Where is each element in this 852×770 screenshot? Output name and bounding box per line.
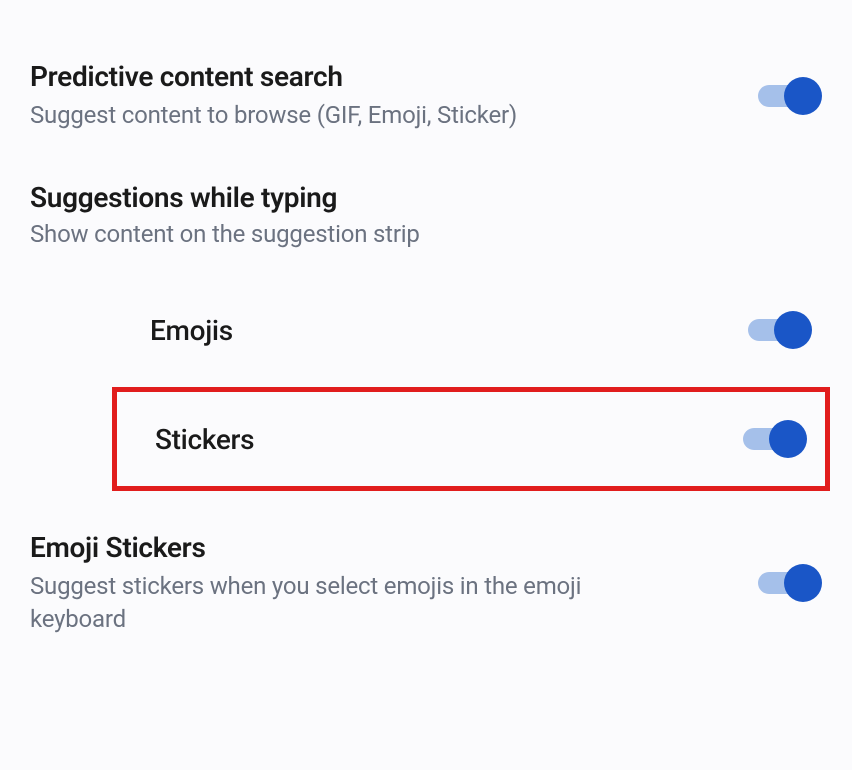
suggestions-title: Suggestions while typing [30,181,822,214]
predictive-content-text: Predictive content search Suggest conten… [30,60,680,131]
predictive-content-search-row[interactable]: Predictive content search Suggest conten… [30,50,822,141]
emojis-toggle[interactable] [748,311,812,349]
emojis-label: Emojis [150,314,233,347]
emoji-stickers-subtitle: Suggest stickers when you select emojis … [30,570,680,635]
emoji-stickers-toggle[interactable] [758,564,822,602]
settings-container: Predictive content search Suggest conten… [0,0,852,645]
toggle-thumb [774,311,812,349]
toggle-thumb [769,420,807,458]
toggle-thumb [784,564,822,602]
emoji-stickers-text: Emoji Stickers Suggest stickers when you… [30,531,680,635]
emoji-stickers-title: Emoji Stickers [30,531,680,564]
emojis-row[interactable]: Emojis [30,283,822,377]
predictive-content-subtitle: Suggest content to browse (GIF, Emoji, S… [30,99,680,131]
emoji-stickers-row[interactable]: Emoji Stickers Suggest stickers when you… [30,521,822,645]
stickers-row[interactable]: Stickers [117,392,825,486]
suggestions-subtitle: Show content on the suggestion strip [30,220,822,248]
stickers-toggle[interactable] [743,420,807,458]
toggle-thumb [784,77,822,115]
predictive-content-toggle[interactable] [758,77,822,115]
stickers-highlight-box: Stickers [112,387,830,491]
suggestions-while-typing-header: Suggestions while typing Show content on… [30,181,822,248]
predictive-content-title: Predictive content search [30,60,680,93]
stickers-label: Stickers [155,423,254,456]
